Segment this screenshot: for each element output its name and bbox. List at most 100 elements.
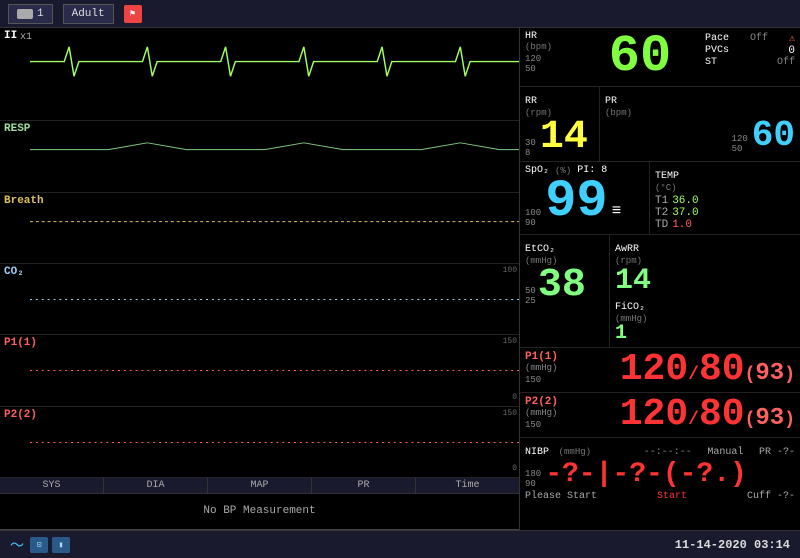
p2-wave-row: P2(2) 150 0 (0, 407, 519, 478)
nibp-col-time: Time (416, 478, 519, 493)
nibp-value: -?-|-?-(-?.) (545, 461, 747, 489)
resp-wave-row: RESP (0, 121, 519, 192)
please-start-label: Please Start (525, 491, 597, 502)
nibp-col-sys: SYS (0, 478, 104, 493)
nibp-right-info: --:--:-- Manual PR -?- (644, 441, 795, 459)
temp-block: TEMP (°C) T1 36.0 T2 37.0 TD 1.0 (650, 162, 800, 234)
rr-pr-block: RR (rpm) 30 8 14 PR (bpm) 120 50 (520, 87, 800, 162)
p1-display: 120/80(93) (620, 348, 795, 391)
etco2-scale-high: 50 (525, 286, 536, 296)
p2-sys: 120 (620, 393, 688, 436)
ecg-lead-label: II (4, 30, 515, 42)
hr-block: HR (bpm) 120 50 60 Pace Off ⚠ PVCs 0 (520, 28, 800, 87)
p1-map: 93 (755, 360, 784, 387)
pr-scale: 120 50 (732, 134, 748, 154)
alarm-icon[interactable]: ⚑ (124, 5, 142, 23)
temp-t1-value: 36.0 (672, 195, 698, 207)
nibp-scale-high: 180 (525, 469, 541, 479)
hr-right-params: Pace Off ⚠ PVCs 0 ST Off (705, 31, 795, 68)
nibp-label-col: NIBP (mmHg) (525, 441, 591, 459)
fico2-title: FiCO₂ (615, 302, 645, 313)
p2-display: 120/80(93) (620, 393, 795, 436)
p2-block: P2(2) (mmHg) 150 120/80(93) (520, 393, 800, 438)
p2-value-area: 120/80(93) (558, 396, 795, 434)
st-label: ST (705, 57, 717, 68)
rr-scale-high: 30 (525, 138, 536, 148)
temp-unit: (°C) (655, 183, 795, 193)
etco2-awrr-block: EtCO₂ (mmHg) 50 25 38 AwRR (rpm) 14 (520, 235, 800, 348)
datetime-display: 11-14-2020 03:14 (675, 538, 790, 552)
nibp-timer: --:--:-- (644, 447, 692, 458)
p1-wave-row: P1(1) 150 0 (0, 335, 519, 406)
temp-t2-row: T2 37.0 (655, 207, 795, 219)
temp-title: TEMP (655, 171, 679, 182)
hr-scale-high: 120 (525, 54, 575, 64)
temp-values: T1 36.0 T2 37.0 TD 1.0 (655, 195, 795, 231)
pace-value: Off (750, 33, 768, 45)
bottom-bar: 〜 ⊡ ▮ 11-14-2020 03:14 (0, 530, 800, 558)
bed-number: 1 (37, 8, 44, 20)
nibp-col-map: MAP (208, 478, 312, 493)
hr-scale: 120 50 (525, 54, 575, 74)
awrr-title: AwRR (615, 244, 639, 255)
etco2-scale-val: 50 25 38 (525, 266, 604, 306)
rr-title: RR (525, 96, 537, 107)
resp-label: RESP (4, 123, 515, 135)
etco2-value: 38 (538, 266, 586, 306)
mode-label[interactable]: Adult (63, 4, 114, 24)
p2-unit: (mmHg) (525, 408, 558, 418)
nibp-table-area: SYS DIA MAP PR Time No BP Measurement (0, 478, 519, 530)
co2-waveform (30, 278, 519, 307)
battery-icon: ▮ (52, 537, 70, 553)
hr-unit: (bpm) (525, 42, 575, 52)
no-bp-text: No BP Measurement (203, 505, 315, 517)
pvcs-value: 0 (788, 45, 795, 57)
temp-t2-label: T2 (655, 207, 668, 219)
spo2-value: 99 (545, 176, 607, 228)
fico2-value: 1 (615, 322, 627, 345)
etco2-block: EtCO₂ (mmHg) 50 25 38 (520, 235, 610, 347)
pr-scale-low: 50 (732, 144, 748, 154)
st-value: Off (777, 57, 795, 68)
hr-scale-low: 50 (525, 64, 575, 74)
spo2-temp-block: SpO₂ (%) PI: 8 100 90 99 ≡ TEMP (°C) (520, 162, 800, 235)
start-button-text[interactable]: Start (657, 491, 687, 502)
co2-wave-row: CO₂ 100 (0, 264, 519, 335)
hr-value-display: 60 (575, 31, 705, 83)
awrr-fico2-block: AwRR (rpm) 14 FiCO₂ (mmHg) 1 (610, 235, 800, 347)
p2-scale-high: 150 (503, 409, 517, 418)
awrr-section: AwRR (rpm) 14 (615, 238, 795, 296)
spo2-block: SpO₂ (%) PI: 8 100 90 99 ≡ (520, 162, 650, 234)
patient-mode: Adult (72, 8, 105, 20)
co2-scale-high: 100 (503, 266, 517, 275)
pr-title: PR (605, 96, 617, 107)
p1-wave-label: P1(1) (4, 337, 515, 349)
p2-title: P2(2) (525, 396, 558, 408)
awrr-value: 14 (615, 264, 651, 298)
bottom-left-area: 〜 ⊡ ▮ (10, 535, 70, 555)
nibp-unit: (mmHg) (559, 447, 591, 457)
nibp-table-header: SYS DIA MAP PR Time (0, 478, 519, 494)
pvcs-label: PVCs (705, 45, 729, 57)
temp-t1-label: T1 (655, 195, 668, 207)
breath-label: Breath (4, 195, 515, 207)
nibp-table-no-measurement: No BP Measurement (0, 494, 519, 529)
p1-value-area: 120/80(93) (558, 351, 795, 389)
rr-scale-value: 30 8 14 (525, 118, 594, 158)
pr-right-block: PR (bpm) 120 50 60 (600, 87, 800, 161)
nibp-pr-right: PR -?- (759, 447, 795, 458)
pace-label: Pace (705, 33, 729, 45)
pr-scale-value: 120 50 60 (605, 118, 795, 154)
p2-dia: 80 (699, 393, 745, 436)
nibp-header-row: NIBP (mmHg) --:--:-- Manual PR -?- (525, 441, 795, 459)
ecg-wave-row: II x1 (0, 28, 519, 121)
bed-slot[interactable]: 1 (8, 4, 53, 24)
p1-block: P1(1) (mmHg) 150 120/80(93) (520, 348, 800, 393)
p1-dia: 80 (699, 348, 745, 391)
rr-scale-low: 8 (525, 148, 536, 158)
top-bar: 1 Adult ⚑ (0, 0, 800, 28)
network-icon: ⊡ (30, 537, 48, 553)
p1-scale-high: 150 (503, 337, 517, 346)
p2-label-col: P2(2) (mmHg) 150 (525, 396, 558, 430)
nibp-cuff-label: Cuff -?- (747, 491, 795, 502)
